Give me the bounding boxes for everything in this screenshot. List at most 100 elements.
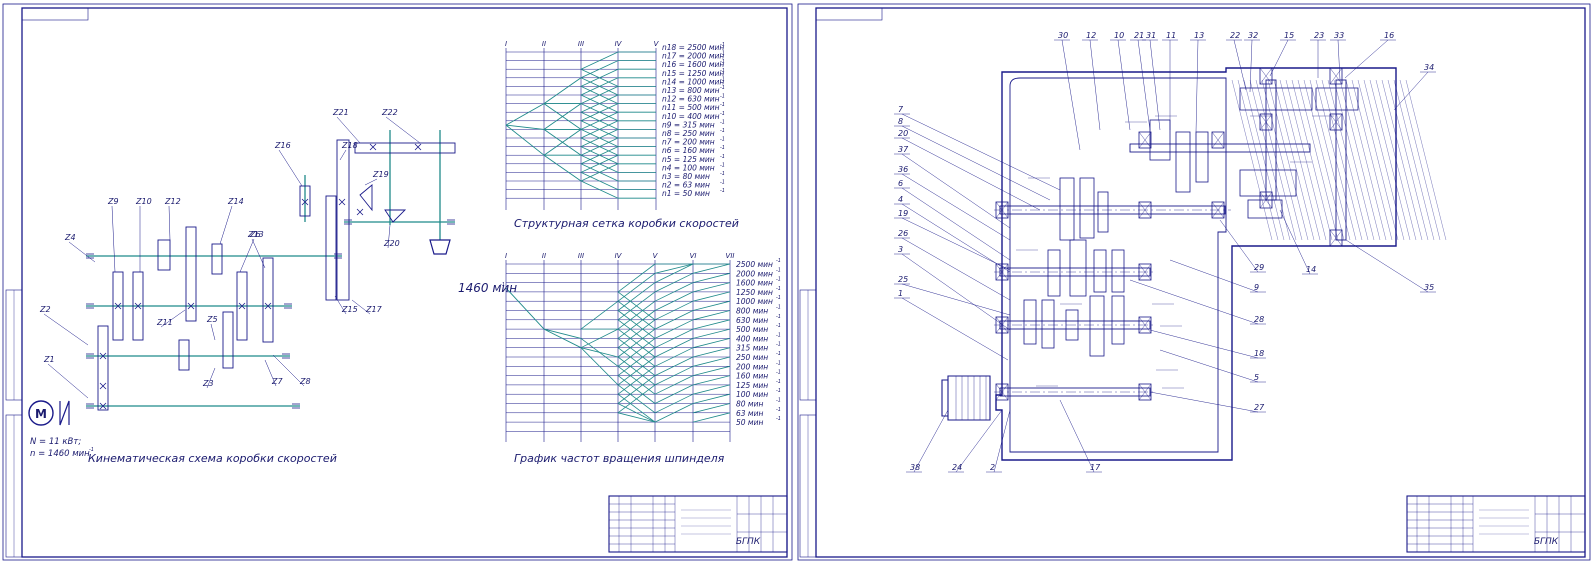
gear bbox=[1315, 87, 1359, 111]
gear-label: Z8 bbox=[299, 377, 311, 386]
gear bbox=[222, 311, 234, 369]
part-number-7: 7 bbox=[898, 105, 904, 114]
grid-shaft-label: I bbox=[505, 40, 507, 48]
graph-speed-label: 500 мин bbox=[736, 325, 768, 334]
gear-label: Z2 bbox=[39, 305, 51, 314]
part-number-32: 32 bbox=[1248, 31, 1258, 40]
callout-leader bbox=[1393, 71, 1429, 111]
section-hatch bbox=[1333, 79, 1375, 241]
gear-leader bbox=[251, 238, 266, 269]
gear bbox=[1175, 131, 1191, 193]
section-hatch bbox=[1303, 79, 1345, 241]
part-number-10: 10 bbox=[1114, 31, 1124, 40]
structural-speed-exp: -1 bbox=[720, 137, 725, 143]
structural-speed-exp: -1 bbox=[720, 68, 725, 74]
section-hatch bbox=[1393, 79, 1435, 241]
graph-ray bbox=[692, 338, 731, 349]
section-hatch bbox=[1387, 79, 1429, 241]
gear bbox=[1041, 299, 1055, 349]
gear-label: Z10 bbox=[135, 197, 152, 206]
graph-speed-label: 125 мин bbox=[736, 381, 768, 390]
grid-ray bbox=[543, 77, 582, 104]
section-hatch bbox=[1357, 79, 1399, 241]
section-hatch bbox=[1363, 79, 1405, 241]
gear bbox=[211, 243, 223, 275]
gear-label: Z1 bbox=[43, 355, 55, 364]
graph-speed-exp: -1 bbox=[776, 379, 781, 385]
gear-label: Z21 bbox=[332, 108, 349, 117]
part-number-20: 20 bbox=[898, 129, 908, 138]
callout-leader bbox=[1059, 399, 1095, 473]
title-block-right-org: БГПК bbox=[1534, 537, 1559, 547]
gear-leader bbox=[364, 178, 378, 186]
part-number-23: 23 bbox=[1314, 31, 1324, 40]
part-number-5: 5 bbox=[1254, 373, 1259, 382]
part-number-2: 2 bbox=[990, 463, 995, 472]
graph-speed-label: 63 мин bbox=[736, 409, 763, 418]
graph-speed-label: 800 мин bbox=[736, 307, 768, 316]
graph-ray bbox=[692, 272, 731, 283]
part-number-36: 36 bbox=[898, 165, 908, 174]
graph-speed-label: 315 мин bbox=[736, 344, 768, 353]
gear-label: Z4 bbox=[64, 233, 76, 242]
graph-shaft-label: VI bbox=[690, 252, 697, 260]
part-number-22: 22 bbox=[1230, 31, 1240, 40]
part-number-1: 1 bbox=[898, 289, 903, 298]
gear-leader bbox=[210, 323, 216, 341]
gear-leader bbox=[47, 363, 89, 399]
graph-speed-exp: -1 bbox=[776, 360, 781, 366]
part-number-30: 30 bbox=[1058, 31, 1068, 40]
part-number-29: 29 bbox=[1254, 263, 1264, 272]
section-hatch bbox=[1273, 79, 1315, 241]
structural-speed-exp: -1 bbox=[720, 119, 725, 125]
structural-speed-exp: -1 bbox=[720, 171, 725, 177]
structural-speed-exp: -1 bbox=[720, 51, 725, 57]
graph-shaft-label: V bbox=[653, 252, 659, 260]
grid-shaft-label: V bbox=[654, 40, 660, 48]
part-number-15: 15 bbox=[1284, 31, 1294, 40]
gear-label: Z20 bbox=[383, 239, 400, 248]
gear bbox=[262, 257, 274, 343]
motor-speed: n = 1460 мин bbox=[30, 449, 90, 459]
callout-leader bbox=[901, 153, 1011, 229]
structural-speed-exp: -1 bbox=[720, 188, 725, 194]
section-hatch bbox=[1405, 79, 1447, 241]
callout-leader bbox=[1137, 39, 1151, 131]
section-hatch bbox=[1327, 79, 1369, 241]
callout-leader bbox=[1337, 39, 1341, 81]
part-number-19: 19 bbox=[898, 209, 908, 218]
section-hatch bbox=[1279, 79, 1321, 241]
graph-ray bbox=[692, 300, 731, 311]
callout-leader bbox=[901, 297, 1009, 361]
gear bbox=[157, 239, 171, 271]
graph-speed-exp: -1 bbox=[776, 295, 781, 301]
part-number-12: 12 bbox=[1086, 31, 1096, 40]
pulley bbox=[941, 375, 991, 421]
section-hatch bbox=[1237, 79, 1279, 241]
graph-speed-exp: -1 bbox=[776, 323, 781, 329]
title-block-left bbox=[608, 495, 788, 553]
motor-symbol: M bbox=[35, 407, 47, 421]
gear-leader bbox=[111, 205, 116, 273]
graph-speed-label: 50 мин bbox=[736, 418, 763, 427]
gear-label: Z18 bbox=[341, 141, 358, 150]
graph-speed-exp: -1 bbox=[776, 277, 781, 283]
gear bbox=[1111, 249, 1125, 293]
gear-label: Z12 bbox=[164, 197, 181, 206]
graph-ray bbox=[692, 347, 731, 358]
speed-graph: I II III IV V VI VII2500 мин -12000 мин -11600 м… bbox=[500, 252, 781, 442]
part-number-21: 21 bbox=[1134, 31, 1144, 40]
part-number-31: 31 bbox=[1146, 31, 1156, 40]
section-hatch bbox=[1285, 79, 1327, 241]
part-number-14: 14 bbox=[1306, 265, 1316, 274]
structural-speed-label: n1 = 50 мин bbox=[662, 189, 710, 198]
gear-leader bbox=[219, 205, 233, 245]
callout-leader bbox=[1117, 39, 1131, 131]
stamp-frame bbox=[1406, 495, 1586, 553]
section-hatch bbox=[1297, 79, 1339, 241]
callout-leader bbox=[901, 283, 1011, 316]
gear-label: Z9 bbox=[107, 197, 119, 206]
section-hatch bbox=[1249, 79, 1291, 241]
gear-leader bbox=[339, 149, 347, 161]
gear bbox=[97, 325, 109, 411]
